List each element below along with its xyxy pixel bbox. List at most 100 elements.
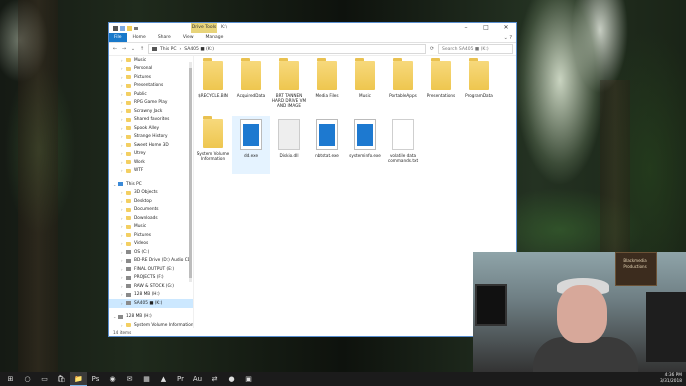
search-input[interactable]: Search SA405 ■ (K:)	[438, 44, 513, 54]
file-item[interactable]: AcquiredData	[232, 58, 270, 116]
nav-item-label: WTF	[134, 168, 144, 174]
nav-item[interactable]: › BD-RE Drive (D:) Audio CD	[109, 257, 193, 266]
app-icon[interactable]	[113, 25, 118, 31]
terminal-icon[interactable]: ▣	[240, 372, 257, 386]
nav-item[interactable]: › FINAL OUTPUT (E:)	[109, 265, 193, 274]
nav-item[interactable]: › Utrey	[109, 150, 193, 159]
vlc-icon[interactable]: ▲	[155, 372, 172, 386]
nav-item[interactable]: › Pictures	[109, 231, 193, 240]
nav-item[interactable]: › Strange History	[109, 133, 193, 142]
tab-manage[interactable]: Manage	[200, 33, 230, 42]
nav-item[interactable]: › 128 MB (H:)	[109, 291, 193, 300]
nav-item[interactable]: › Scrawny Jack	[109, 107, 193, 116]
expand-ribbon-icon[interactable]: ⌄ ?	[504, 35, 512, 41]
nav-item-label: RPG Game Play	[134, 100, 168, 106]
taskbar: ⊞ ○ ▭ 🛍 📁 Ps ◉ ✉ ▦ ▲ Pr Au ⇄ ● ▣ 4:36 PM 3/31/2018	[0, 372, 686, 386]
folder-icon	[126, 92, 131, 97]
nav-item[interactable]: ⌄ 128 MB (H:)	[109, 313, 193, 322]
file-item[interactable]: ProgramData	[460, 58, 498, 116]
nav-item[interactable]: › Shared favorites	[109, 116, 193, 125]
tab-view[interactable]: View	[177, 33, 200, 42]
file-item[interactable]: dd.exe	[232, 116, 270, 174]
file-item[interactable]: $RECYCLE.BIN	[194, 58, 232, 116]
maximize-button[interactable]: □	[476, 23, 496, 33]
photoshop-icon[interactable]: Ps	[87, 372, 104, 386]
nav-item[interactable]: › Videos	[109, 240, 193, 249]
recent-locations-icon[interactable]: ⌄	[130, 46, 136, 52]
minimize-button[interactable]: –	[456, 23, 476, 33]
teamviewer-icon[interactable]: ⇄	[206, 372, 223, 386]
file-item[interactable]: System Volume Information	[194, 116, 232, 174]
file-item[interactable]: systeminfo.exe	[346, 116, 384, 174]
up-icon[interactable]: ↑	[139, 46, 145, 52]
contextual-tab-drive-tools[interactable]: Drive Tools	[191, 23, 217, 33]
application-icon	[354, 119, 376, 150]
folder-icon	[126, 168, 131, 173]
nav-item[interactable]: › Documents	[109, 206, 193, 215]
file-item-label: $RECYCLE.BIN	[198, 93, 228, 98]
file-item[interactable]: Music	[346, 58, 384, 116]
title-bar[interactable]: Drive Tools K:\ – □ ✕	[109, 23, 516, 33]
folder-icon	[126, 75, 131, 80]
file-item[interactable]: Media Files	[308, 58, 346, 116]
nav-item[interactable]: › Personal	[109, 65, 193, 74]
nav-item[interactable]: › PROJECTS (F:)	[109, 274, 193, 283]
nav-item[interactable]: › SA405 ■ (K:)	[109, 299, 193, 308]
file-item-label: Music	[359, 93, 371, 98]
tab-home[interactable]: Home	[127, 33, 152, 42]
nav-item[interactable]: › Work	[109, 158, 193, 167]
obs-icon[interactable]: ●	[223, 372, 240, 386]
nav-item[interactable]: › Public	[109, 90, 193, 99]
file-item[interactable]: volatile data commands.txt	[384, 116, 422, 174]
file-item[interactable]: nbtstat.exe	[308, 116, 346, 174]
new-folder-icon[interactable]	[127, 25, 132, 31]
nav-item[interactable]: › 3D Objects	[109, 189, 193, 198]
nav-item[interactable]: › WTF	[109, 167, 193, 176]
breadcrumb-this-pc[interactable]: This PC	[160, 47, 176, 52]
nav-item[interactable]: › System Volume Information	[109, 321, 193, 328]
properties-icon[interactable]	[120, 25, 125, 31]
file-item[interactable]: BRT TANNEN HARD DRIVE VM AND IMAGE	[270, 58, 308, 116]
chevron-down-icon[interactable]	[134, 26, 138, 30]
nav-item-label: Spook Alley	[134, 125, 160, 131]
tab-file[interactable]: File	[109, 33, 127, 42]
search-icon[interactable]: ○	[19, 372, 36, 386]
nav-item[interactable]: › Desktop	[109, 197, 193, 206]
nav-item[interactable]: › Spook Alley	[109, 124, 193, 133]
nav-scrollbar-thumb[interactable]	[189, 68, 192, 278]
nav-item[interactable]: ⌄ This PC	[109, 180, 193, 189]
windows-icon[interactable]: ⊞	[2, 372, 19, 386]
forward-icon[interactable]: →	[121, 46, 127, 52]
refresh-icon[interactable]: ⟳	[429, 46, 435, 52]
back-icon[interactable]: ←	[112, 46, 118, 52]
audition-icon[interactable]: Au	[189, 372, 206, 386]
address-field[interactable]: This PC › SA405 ■ (K:)	[148, 44, 426, 54]
tab-share[interactable]: Share	[152, 33, 177, 42]
file-item[interactable]: PortableApps	[384, 58, 422, 116]
file-item[interactable]: Diskio.dll	[270, 116, 308, 174]
nav-item[interactable]: › OS (C:)	[109, 248, 193, 257]
nav-item[interactable]: › Pictures	[109, 73, 193, 82]
folder-icon	[126, 100, 131, 105]
store-icon[interactable]: 🛍	[53, 372, 70, 386]
nav-item[interactable]: › Downloads	[109, 214, 193, 223]
premiere-icon[interactable]: Pr	[172, 372, 189, 386]
nav-item[interactable]: › Music	[109, 223, 193, 232]
folder-icon	[126, 216, 131, 221]
nav-item[interactable]: › Presentations	[109, 82, 193, 91]
close-button[interactable]: ✕	[496, 23, 516, 33]
calculator-icon[interactable]: ▦	[138, 372, 155, 386]
nav-item[interactable]: › Sweet Home 3D	[109, 141, 193, 150]
system-clock[interactable]: 4:36 PM 3/31/2018	[660, 373, 682, 385]
nav-item[interactable]: › Music	[109, 56, 193, 65]
quick-access-toolbar	[109, 25, 138, 31]
chrome-icon[interactable]: ◉	[104, 372, 121, 386]
mail-icon[interactable]: ✉	[121, 372, 138, 386]
file-item[interactable]: Presentations	[422, 58, 460, 116]
breadcrumb-drive[interactable]: SA405 ■ (K:)	[184, 47, 214, 52]
nav-item[interactable]: › RAW & STOCK (G:)	[109, 282, 193, 291]
task-view-icon[interactable]: ▭	[36, 372, 53, 386]
file-explorer-icon[interactable]: 📁	[70, 372, 87, 386]
folder-icon	[126, 117, 131, 122]
nav-item[interactable]: › RPG Game Play	[109, 99, 193, 108]
